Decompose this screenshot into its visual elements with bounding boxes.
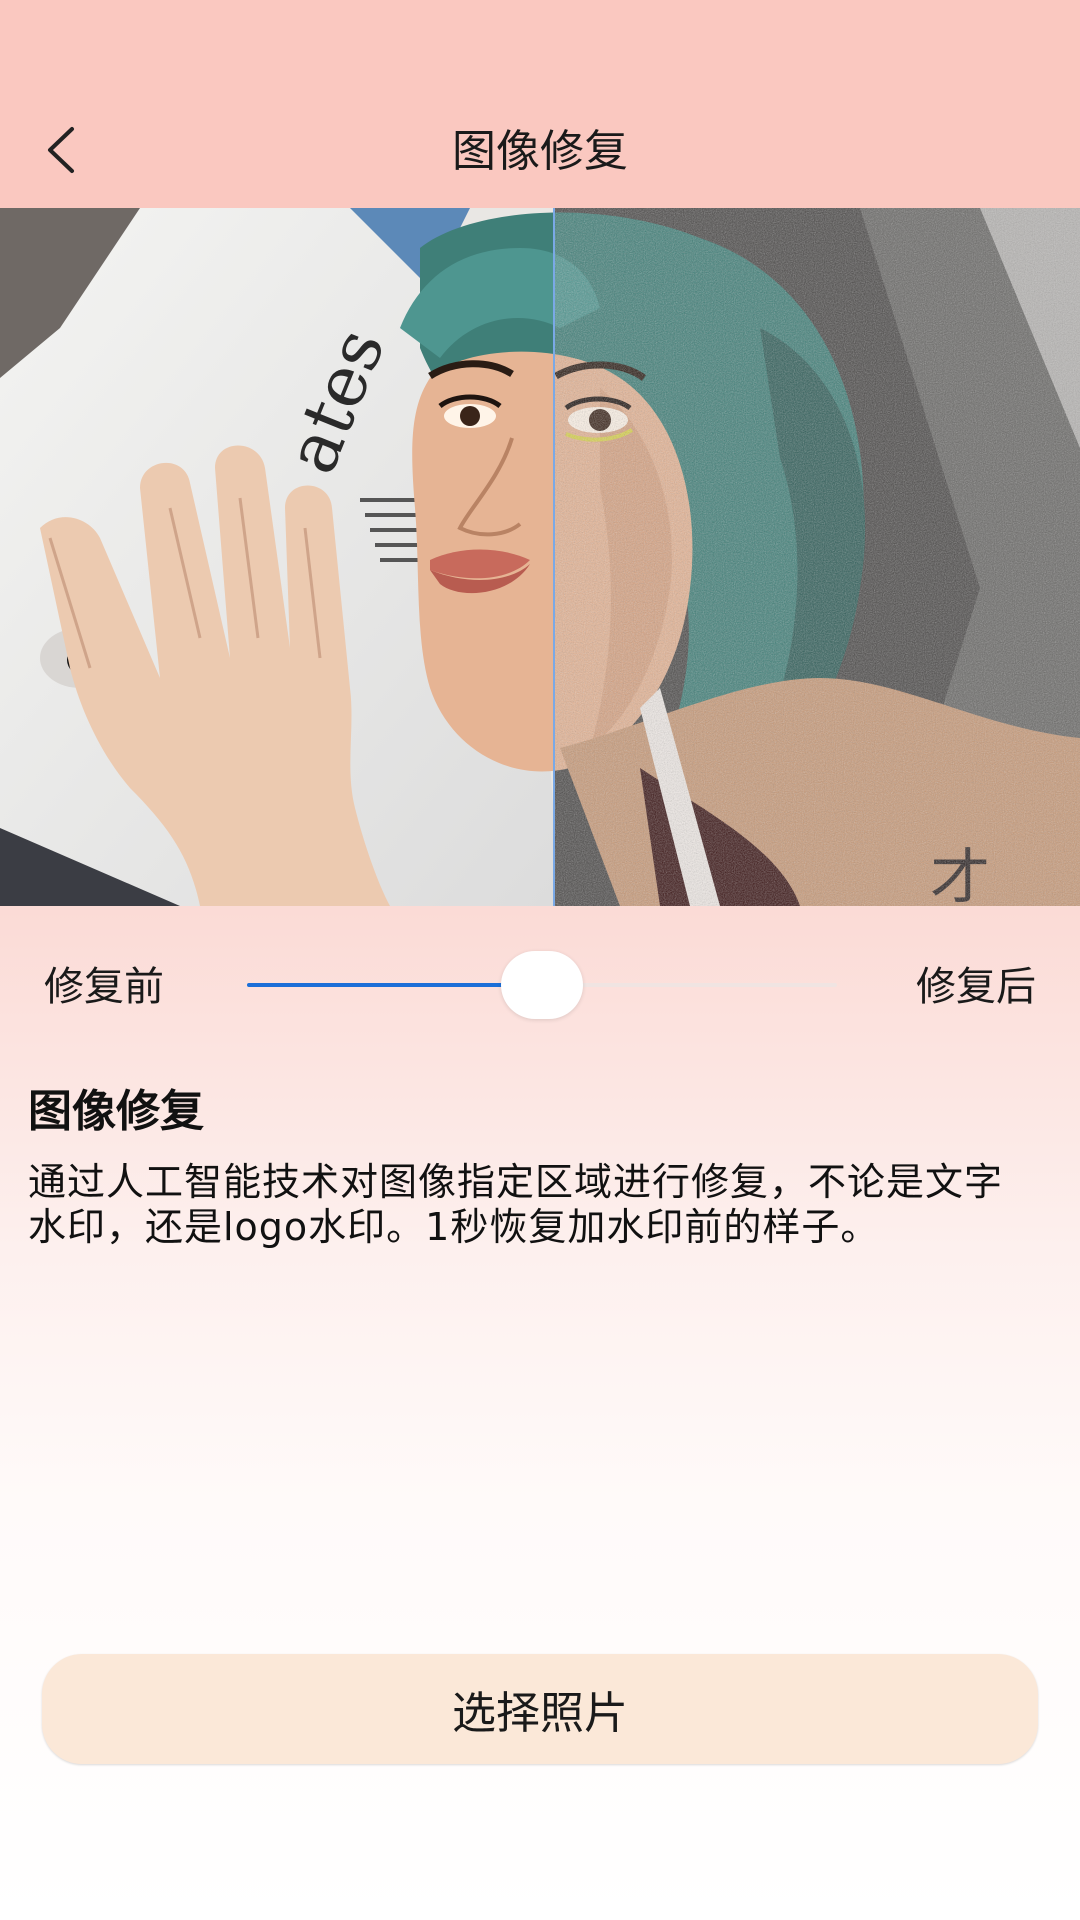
- compare-slider[interactable]: [247, 951, 837, 1019]
- slider-fill: [247, 983, 542, 987]
- section-title: 图像修复: [28, 1086, 204, 1137]
- header-bar: 图像修复: [0, 0, 1080, 208]
- compare-slider-row: 修复前 修复后: [0, 940, 1080, 1030]
- page-title: 图像修复: [452, 126, 628, 177]
- choose-photo-button[interactable]: 选择照片: [42, 1654, 1038, 1764]
- slider-thumb[interactable]: [501, 951, 583, 1019]
- before-after-photo[interactable]: ates: [0, 208, 1080, 906]
- after-label: 修复后: [916, 964, 1036, 1010]
- before-label: 修复前: [44, 964, 164, 1010]
- section-description: 通过人工智能技术对图像指定区域进行修复，不论是文字水印，还是logo水印。1秒恢…: [28, 1160, 1004, 1249]
